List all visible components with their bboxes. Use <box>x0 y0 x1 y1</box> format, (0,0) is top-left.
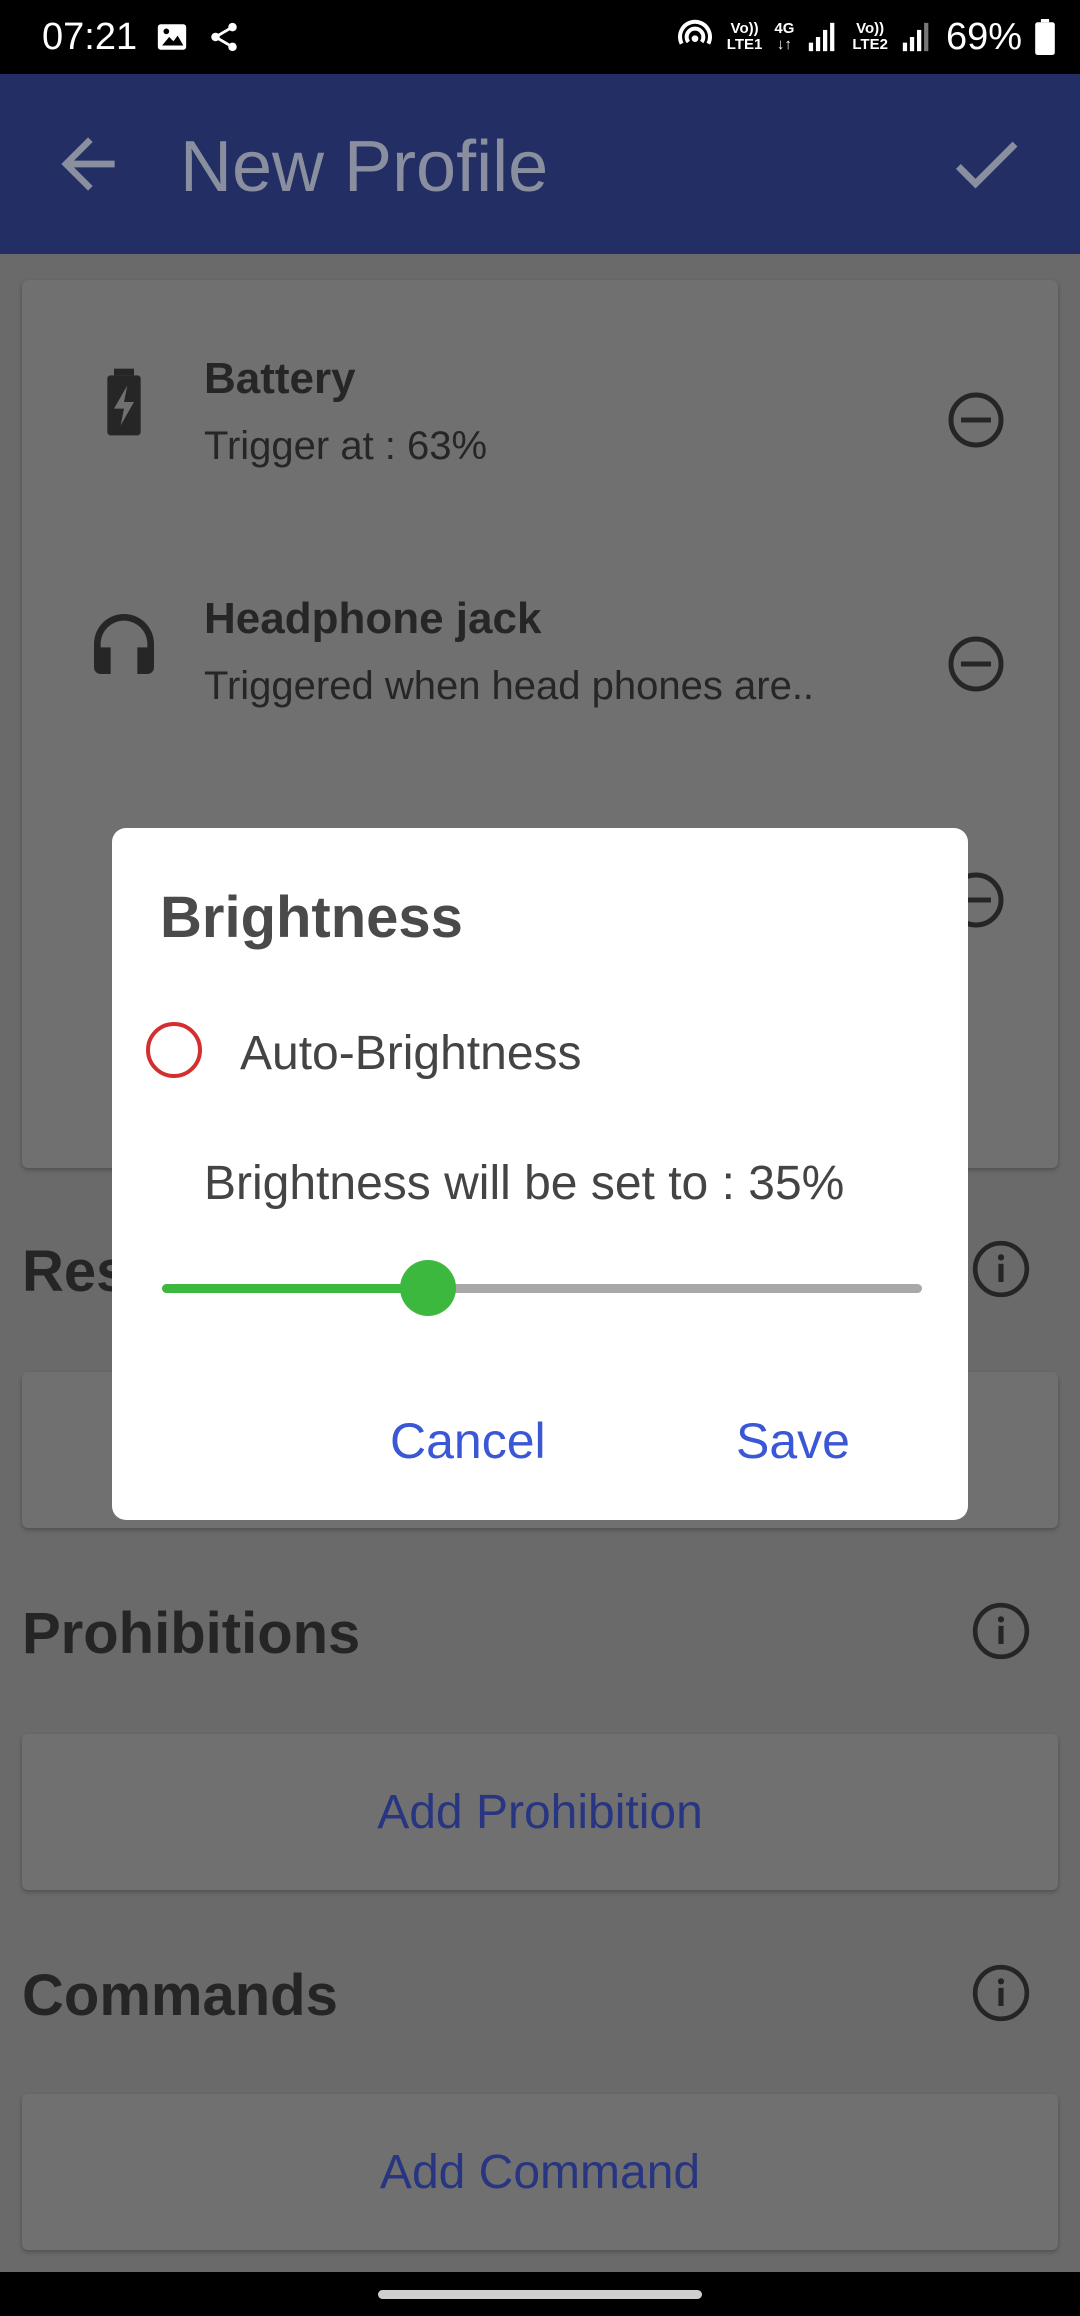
slider-thumb[interactable] <box>400 1260 456 1316</box>
page-title: New Profile <box>180 127 549 207</box>
status-time: 07:21 <box>42 15 138 58</box>
condition-row-battery[interactable]: Battery Trigger at : 63% <box>22 320 1058 520</box>
headphones-icon <box>94 614 154 674</box>
dialog-title: Brightness <box>160 885 463 950</box>
remove-circle-icon[interactable] <box>946 634 1006 694</box>
hotspot-icon <box>677 19 712 45</box>
info-icon[interactable] <box>970 1238 1032 1300</box>
app-bar: New Profile <box>0 74 1080 254</box>
slider-fill <box>162 1284 428 1293</box>
auto-brightness-radio[interactable] <box>146 1022 202 1078</box>
condition-row-headphone[interactable]: Headphone jack Triggered when head phone… <box>22 564 1058 764</box>
commands-title: Commands <box>22 1963 338 2028</box>
brightness-value-text: Brightness will be set to : 35% <box>204 1157 845 1210</box>
auto-brightness-label[interactable]: Auto-Brightness <box>240 1026 582 1081</box>
signal-icon-2 <box>902 22 929 52</box>
battery-icon <box>1035 19 1055 55</box>
check-icon[interactable] <box>944 122 1028 206</box>
signal-icon <box>809 22 835 52</box>
add-prohibition-button[interactable]: Add Prohibition <box>22 1734 1058 1890</box>
network-label-1: Vo)) LTE1 <box>726 20 763 53</box>
gallery-notification-icon <box>157 24 187 50</box>
condition-title: Headphone jack <box>204 594 542 643</box>
status-bar: 07:21 Vo)) LTE1 4G ↓↑ Vo)) LTE2 69% <box>0 0 1080 74</box>
info-icon[interactable] <box>970 1600 1032 1662</box>
condition-title: Battery <box>204 354 356 403</box>
brightness-dialog: Brightness Auto-Brightness Brightness wi… <box>112 828 968 1520</box>
battery-charging-icon <box>107 368 141 436</box>
share-notification-icon <box>211 22 237 52</box>
brightness-slider[interactable] <box>162 1258 922 1318</box>
prohibitions-title: Prohibitions <box>22 1601 361 1666</box>
condition-subtitle: Triggered when head phones are.. <box>204 664 815 708</box>
back-arrow-icon[interactable] <box>48 124 128 204</box>
info-icon[interactable] <box>970 1962 1032 2024</box>
home-gesture-handle[interactable] <box>378 2290 702 2299</box>
status-right: Vo)) LTE1 4G ↓↑ Vo)) LTE2 69% <box>675 16 1056 59</box>
network-label-2: Vo)) LTE2 <box>852 20 888 53</box>
status-left: 07:21 <box>42 16 241 59</box>
battery-percent: 69% <box>945 15 1022 58</box>
remove-circle-icon[interactable] <box>946 390 1006 450</box>
add-command-button[interactable]: Add Command <box>22 2094 1058 2250</box>
save-button[interactable]: Save <box>736 1412 850 1470</box>
navigation-bar <box>0 2272 1080 2316</box>
cancel-button[interactable]: Cancel <box>390 1412 546 1470</box>
network-type-label: 4G ↓↑ <box>774 20 795 53</box>
condition-subtitle: Trigger at : 63% <box>204 424 488 468</box>
